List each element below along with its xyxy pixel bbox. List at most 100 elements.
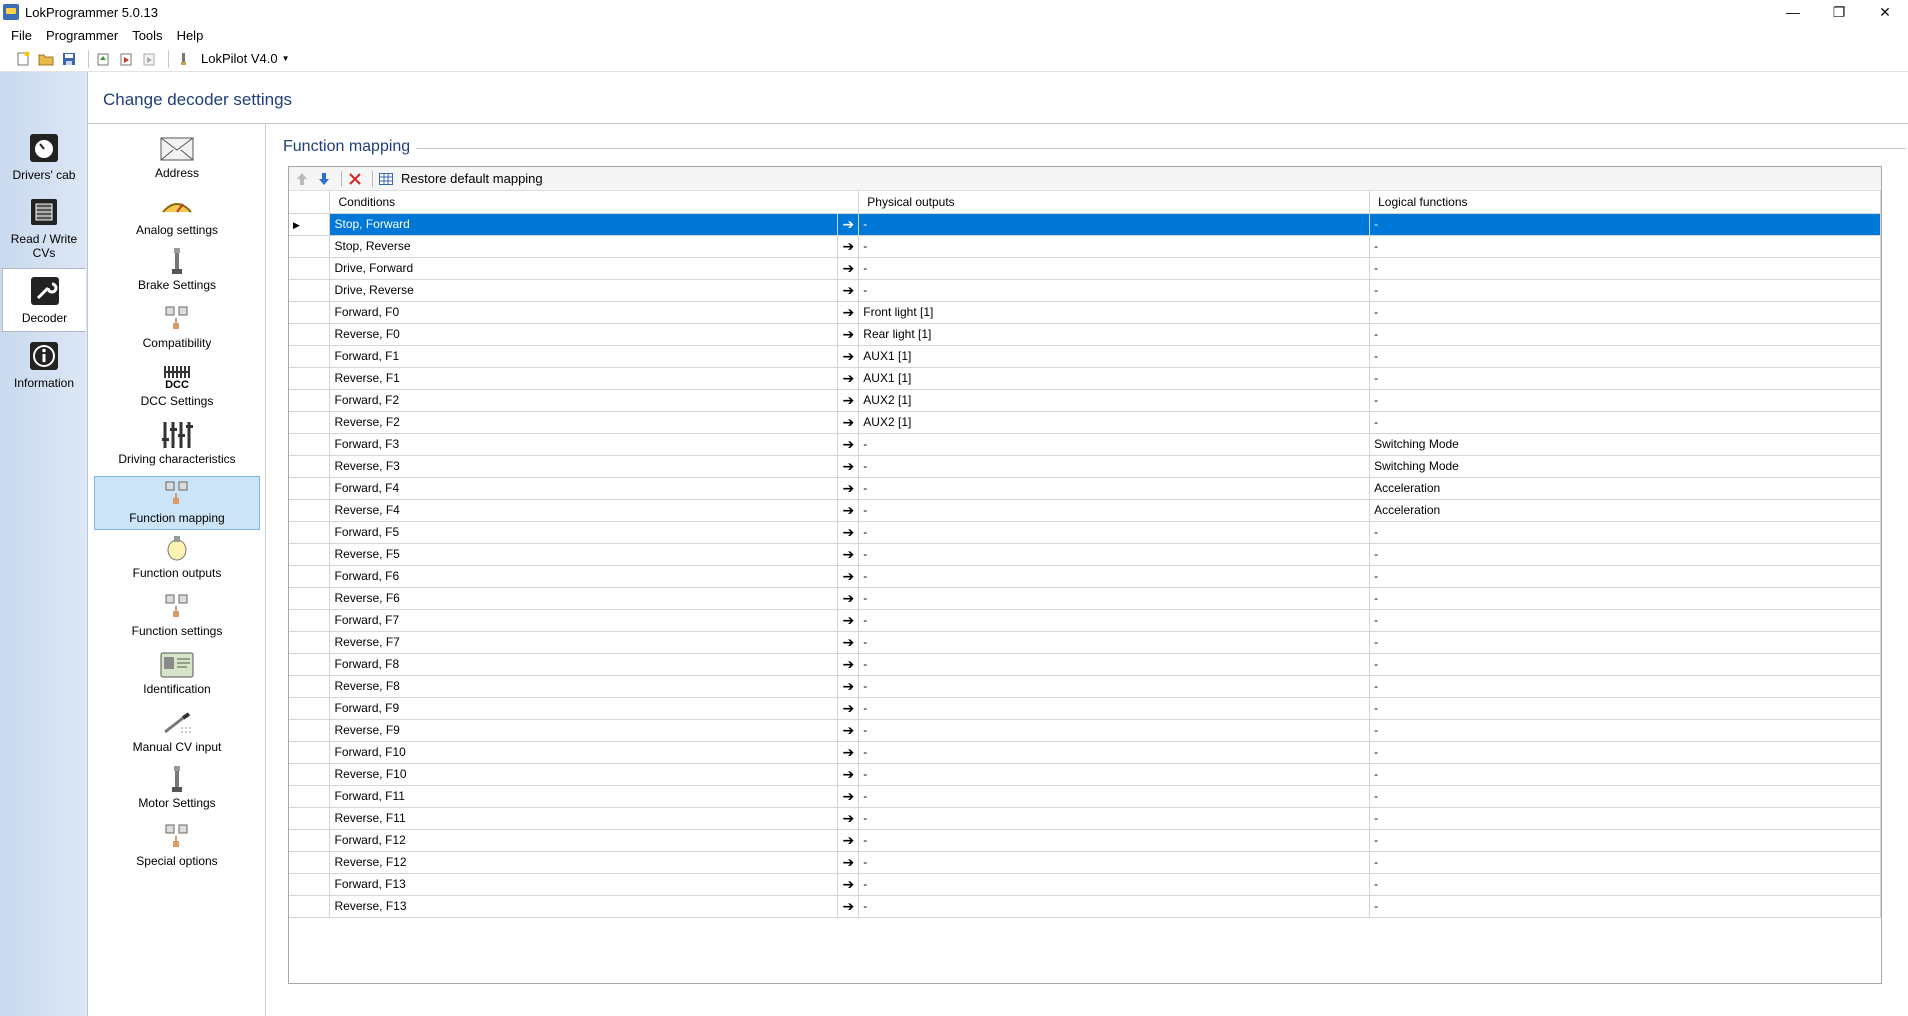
arrow-right-icon[interactable]: ➔ bbox=[837, 367, 860, 390]
logical-function-cell[interactable]: - bbox=[1369, 323, 1881, 346]
table-row[interactable]: Reverse, F0 ➔ Rear light [1] - bbox=[289, 323, 1881, 346]
row-selector[interactable] bbox=[289, 565, 331, 588]
row-selector[interactable] bbox=[289, 719, 331, 742]
arrow-right-icon[interactable]: ➔ bbox=[837, 565, 860, 588]
logical-function-cell[interactable]: Switching Mode bbox=[1369, 455, 1881, 478]
physical-output-cell[interactable]: - bbox=[858, 785, 1371, 808]
logical-function-cell[interactable]: - bbox=[1369, 719, 1881, 742]
category-motor-settings[interactable]: Motor Settings bbox=[94, 764, 260, 810]
restore-default-mapping-button[interactable]: Restore default mapping bbox=[401, 171, 543, 186]
logical-function-cell[interactable]: - bbox=[1369, 631, 1881, 654]
condition-cell[interactable]: Reverse, F11 bbox=[329, 807, 839, 830]
column-header-physical-outputs[interactable]: Physical outputs bbox=[858, 191, 1371, 214]
condition-cell[interactable]: Forward, F4 bbox=[329, 477, 839, 500]
logical-function-cell[interactable]: - bbox=[1369, 411, 1881, 434]
table-row[interactable]: Reverse, F13 ➔ - - bbox=[289, 895, 1881, 918]
move-up-icon[interactable] bbox=[293, 170, 311, 188]
table-row[interactable]: Forward, F10 ➔ - - bbox=[289, 741, 1881, 764]
decoder-type-dropdown[interactable]: LokPilot V4.0 ▼ bbox=[201, 51, 290, 66]
column-header-conditions[interactable]: Conditions bbox=[329, 191, 860, 214]
save-icon[interactable] bbox=[60, 50, 78, 68]
logical-function-cell[interactable]: - bbox=[1369, 873, 1881, 896]
table-row[interactable]: Reverse, F2 ➔ AUX2 [1] - bbox=[289, 411, 1881, 434]
arrow-right-icon[interactable]: ➔ bbox=[837, 345, 860, 368]
row-selector[interactable] bbox=[289, 785, 331, 808]
logical-function-cell[interactable]: - bbox=[1369, 279, 1881, 302]
row-selector[interactable] bbox=[289, 521, 331, 544]
logical-function-cell[interactable]: - bbox=[1369, 895, 1881, 918]
condition-cell[interactable]: Drive, Forward bbox=[329, 257, 839, 280]
physical-output-cell[interactable]: - bbox=[858, 609, 1371, 632]
row-selector[interactable] bbox=[289, 433, 331, 456]
row-selector[interactable] bbox=[289, 895, 331, 918]
table-row[interactable]: Stop, Reverse ➔ - - bbox=[289, 235, 1881, 258]
logical-function-cell[interactable]: - bbox=[1369, 257, 1881, 280]
condition-cell[interactable]: Reverse, F5 bbox=[329, 543, 839, 566]
physical-output-cell[interactable]: - bbox=[858, 565, 1371, 588]
condition-cell[interactable]: Forward, F3 bbox=[329, 433, 839, 456]
table-row[interactable]: Reverse, F6 ➔ - - bbox=[289, 587, 1881, 610]
table-row[interactable]: Forward, F11 ➔ - - bbox=[289, 785, 1881, 808]
delete-icon[interactable] bbox=[346, 170, 364, 188]
physical-output-cell[interactable]: - bbox=[858, 257, 1371, 280]
condition-cell[interactable]: Reverse, F13 bbox=[329, 895, 839, 918]
condition-cell[interactable]: Forward, F6 bbox=[329, 565, 839, 588]
new-file-icon[interactable] bbox=[14, 50, 32, 68]
open-folder-icon[interactable] bbox=[37, 50, 55, 68]
physical-output-cell[interactable]: - bbox=[858, 851, 1371, 874]
arrow-right-icon[interactable]: ➔ bbox=[837, 653, 860, 676]
category-address[interactable]: Address bbox=[94, 134, 260, 180]
sidebar-item-information[interactable]: Information bbox=[2, 340, 86, 390]
arrow-right-icon[interactable]: ➔ bbox=[837, 411, 860, 434]
logical-function-cell[interactable]: - bbox=[1369, 301, 1881, 324]
table-row[interactable]: Drive, Reverse ➔ - - bbox=[289, 279, 1881, 302]
category-identification[interactable]: Identification bbox=[94, 650, 260, 696]
category-compatibility[interactable]: Compatibility bbox=[94, 304, 260, 350]
row-selector[interactable] bbox=[289, 609, 331, 632]
row-selector[interactable] bbox=[289, 455, 331, 478]
category-function-settings[interactable]: Function settings bbox=[94, 592, 260, 638]
condition-cell[interactable]: Reverse, F12 bbox=[329, 851, 839, 874]
condition-cell[interactable]: Forward, F10 bbox=[329, 741, 839, 764]
condition-cell[interactable]: Stop, Reverse bbox=[329, 235, 839, 258]
arrow-right-icon[interactable]: ➔ bbox=[837, 433, 860, 456]
table-row[interactable]: Reverse, F4 ➔ - Acceleration bbox=[289, 499, 1881, 522]
logical-function-cell[interactable]: Switching Mode bbox=[1369, 433, 1881, 456]
row-selector[interactable] bbox=[289, 323, 331, 346]
menu-file[interactable]: File bbox=[4, 28, 39, 43]
table-row[interactable]: Forward, F13 ➔ - - bbox=[289, 873, 1881, 896]
physical-output-cell[interactable]: - bbox=[858, 543, 1371, 566]
logical-function-cell[interactable]: - bbox=[1369, 235, 1881, 258]
arrow-right-icon[interactable]: ➔ bbox=[837, 697, 860, 720]
condition-cell[interactable]: Reverse, F2 bbox=[329, 411, 839, 434]
arrow-right-icon[interactable]: ➔ bbox=[837, 851, 860, 874]
table-row[interactable]: Reverse, F8 ➔ - - bbox=[289, 675, 1881, 698]
physical-output-cell[interactable]: - bbox=[858, 587, 1371, 610]
logical-function-cell[interactable]: - bbox=[1369, 675, 1881, 698]
table-row[interactable]: Forward, F6 ➔ - - bbox=[289, 565, 1881, 588]
arrow-right-icon[interactable]: ➔ bbox=[837, 785, 860, 808]
row-selector[interactable] bbox=[289, 631, 331, 654]
arrow-right-icon[interactable]: ➔ bbox=[837, 279, 860, 302]
row-selector[interactable] bbox=[289, 807, 331, 830]
condition-cell[interactable]: Forward, F8 bbox=[329, 653, 839, 676]
row-selector[interactable] bbox=[289, 345, 331, 368]
physical-output-cell[interactable]: - bbox=[858, 873, 1371, 896]
physical-output-cell[interactable]: - bbox=[858, 807, 1371, 830]
row-selector[interactable] bbox=[289, 389, 331, 412]
table-row[interactable]: Forward, F3 ➔ - Switching Mode bbox=[289, 433, 1881, 456]
arrow-right-icon[interactable]: ➔ bbox=[837, 477, 860, 500]
condition-cell[interactable]: Forward, F13 bbox=[329, 873, 839, 896]
logical-function-cell[interactable]: - bbox=[1369, 851, 1881, 874]
table-row[interactable]: Forward, F5 ➔ - - bbox=[289, 521, 1881, 544]
category-manual-cv-input[interactable]: Manual CV input bbox=[94, 708, 260, 754]
connect-icon[interactable] bbox=[174, 50, 192, 68]
condition-cell[interactable]: Stop, Forward bbox=[329, 213, 839, 236]
sidebar-item-read-write-cvs[interactable]: Read / Write CVs bbox=[2, 196, 86, 260]
category-dcc-settings[interactable]: DCC DCC Settings bbox=[94, 362, 260, 408]
arrow-right-icon[interactable]: ➔ bbox=[837, 213, 860, 236]
condition-cell[interactable]: Reverse, F0 bbox=[329, 323, 839, 346]
table-row[interactable]: Forward, F8 ➔ - - bbox=[289, 653, 1881, 676]
arrow-right-icon[interactable]: ➔ bbox=[837, 323, 860, 346]
arrow-right-icon[interactable]: ➔ bbox=[837, 521, 860, 544]
